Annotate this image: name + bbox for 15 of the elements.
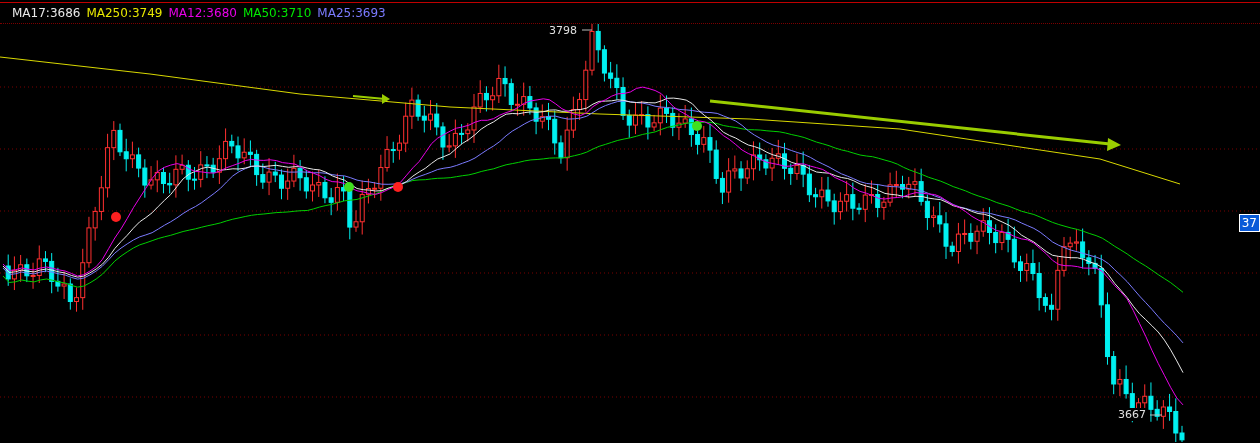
price-badge: 37	[1238, 214, 1260, 232]
moving-average-label: MA17:3686	[12, 6, 81, 20]
buy-signal-dot	[111, 212, 121, 222]
moving-average-label: MA250:3749	[86, 6, 163, 20]
moving-average-label: MA50:3710	[242, 6, 312, 20]
high-price-label: 3798	[549, 24, 577, 37]
sell-signal-dot	[692, 121, 702, 131]
leader-line	[1149, 414, 1163, 416]
low-price-label: 3667	[1118, 408, 1146, 421]
moving-average-label: MA25:3693	[317, 6, 386, 20]
trend-arrow	[352, 94, 390, 104]
moving-average-label: MA12:3680	[168, 6, 237, 20]
sell-signal-dot	[344, 182, 354, 192]
leader-line	[581, 29, 593, 31]
buy-signal-dot	[393, 182, 403, 192]
